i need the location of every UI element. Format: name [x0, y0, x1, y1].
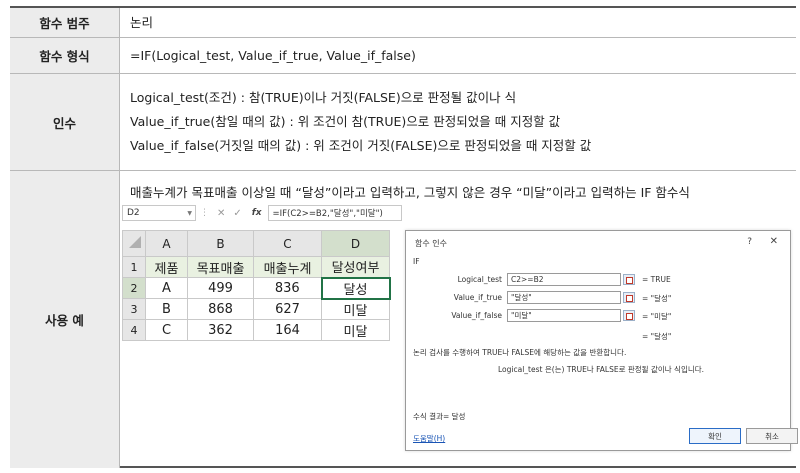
- row-args: 인수 Logical_test(조건) : 참(TRUE)이나 거짓(FALSE…: [10, 74, 796, 171]
- args-value: Logical_test(조건) : 참(TRUE)이나 거짓(FALSE)으로…: [120, 74, 796, 170]
- chevron-down-icon[interactable]: ▼: [187, 210, 192, 217]
- cell-a3[interactable]: B: [145, 298, 188, 320]
- arg-result-logical-test: = TRUE: [642, 275, 671, 284]
- arg-row-logical-test: Logical_test C2>=B2 = TRUE: [406, 273, 792, 287]
- excel-screenshot: D2 ▼ ⋮ ✕ ✓ fx =IF(C2>=B2,"달성","미달") A B …: [122, 204, 402, 341]
- corner-triangle-icon: [129, 236, 141, 248]
- formula-input[interactable]: =IF(C2>=B2,"달성","미달"): [267, 205, 402, 221]
- range-select-icon[interactable]: [623, 292, 635, 303]
- cell-d2-selected[interactable]: 달성: [320, 276, 391, 300]
- cancel-icon[interactable]: ✕: [217, 208, 225, 219]
- divider-dots-icon: ⋮: [200, 208, 209, 218]
- example-label: 사용 예: [10, 171, 120, 468]
- name-box[interactable]: D2 ▼: [122, 205, 196, 221]
- row-header-2[interactable]: 2: [122, 277, 146, 299]
- column-header-c[interactable]: C: [253, 230, 322, 257]
- arg-label-value-if-false: Value_if_false: [451, 311, 502, 320]
- function-name: IF: [413, 257, 420, 266]
- row-category: 함수 범주 논리: [10, 8, 796, 38]
- value-if-true-input[interactable]: "달성": [507, 291, 621, 304]
- cell-c4[interactable]: 164: [253, 319, 322, 341]
- dialog-title: 함수 인수: [415, 239, 447, 248]
- row-header-3[interactable]: 3: [122, 298, 146, 320]
- range-select-icon[interactable]: [623, 310, 635, 321]
- column-header-a[interactable]: A: [145, 230, 188, 257]
- category-label: 함수 범주: [10, 8, 120, 37]
- category-text: 논리: [130, 14, 154, 30]
- range-select-icon[interactable]: [623, 274, 635, 285]
- cell-d1[interactable]: 달성여부: [321, 256, 390, 278]
- cell-d4[interactable]: 미달: [321, 319, 390, 341]
- format-value: =IF(Logical_test, Value_if_true, Value_i…: [120, 38, 796, 73]
- cell-a1[interactable]: 제품: [145, 256, 188, 278]
- formula-bar: D2 ▼ ⋮ ✕ ✓ fx =IF(C2>=B2,"달성","미달"): [122, 204, 402, 222]
- format-label: 함수 형식: [10, 38, 120, 73]
- column-header-b[interactable]: B: [187, 230, 254, 257]
- confirm-icon[interactable]: ✓: [233, 208, 241, 219]
- format-text: =IF(Logical_test, Value_if_true, Value_i…: [130, 47, 416, 63]
- argument-description: Logical_test 은(는) TRUE나 FALSE로 판정될 값이나 식…: [498, 365, 705, 374]
- cell-c1[interactable]: 매출누계: [253, 256, 322, 278]
- function-result-preview: = "달성": [642, 332, 672, 341]
- close-icon[interactable]: ✕: [770, 236, 778, 247]
- cell-b2[interactable]: 499: [187, 277, 254, 299]
- category-value: 논리: [120, 8, 796, 37]
- formula-result: 수식 결과= 달성: [413, 412, 466, 421]
- ok-button[interactable]: 확인: [689, 428, 741, 444]
- worksheet-grid: A B C D 1 제품 목표매출 매출누계 달성여부 2 A 499 836 …: [122, 230, 391, 341]
- cell-c2[interactable]: 836: [253, 277, 322, 299]
- cell-d3[interactable]: 미달: [321, 298, 390, 320]
- arg-label-logical-test: Logical_test: [457, 275, 502, 284]
- arg-label-value-if-true: Value_if_true: [453, 293, 502, 302]
- cancel-button[interactable]: 취소: [746, 428, 798, 444]
- help-link[interactable]: 도움말(H): [413, 433, 445, 444]
- cell-b3[interactable]: 868: [187, 298, 254, 320]
- row-header-1[interactable]: 1: [122, 256, 146, 278]
- function-arguments-dialog: 함수 인수 ? ✕ IF Logical_test C2>=B2 = TRUE …: [405, 230, 798, 451]
- cell-b1[interactable]: 목표매출: [187, 256, 254, 278]
- arg-result-value-if-true: = "달성": [642, 294, 672, 303]
- arg-result-value-if-false: = "미달": [642, 312, 672, 321]
- row-format: 함수 형식 =IF(Logical_test, Value_if_true, V…: [10, 38, 796, 74]
- function-description: 논리 검사를 수행하여 TRUE나 FALSE에 해당하는 값을 반환합니다.: [413, 348, 627, 357]
- cell-b4[interactable]: 362: [187, 319, 254, 341]
- arg-line-logical-test: Logical_test(조건) : 참(TRUE)이나 거짓(FALSE)으로…: [130, 90, 517, 105]
- arg-row-value-if-false: Value_if_false "미달" = "미달": [406, 309, 792, 323]
- arg-line-value-if-false: Value_if_false(거짓일 때의 값) : 위 조건이 거짓(FALS…: [130, 138, 592, 153]
- arg-line-value-if-true: Value_if_true(참일 때의 값) : 위 조건이 참(TRUE)으로…: [130, 114, 561, 129]
- insert-function-icon[interactable]: fx: [252, 208, 262, 218]
- select-all-corner[interactable]: [122, 230, 146, 257]
- args-label: 인수: [10, 74, 120, 170]
- row-header-4[interactable]: 4: [122, 319, 146, 341]
- cell-a2[interactable]: A: [145, 277, 188, 299]
- example-description: 매출누계가 목표매출 이상일 때 “달성”이라고 입력하고, 그렇지 않은 경우…: [130, 185, 690, 200]
- cell-c3[interactable]: 627: [253, 298, 322, 320]
- arg-row-value-if-true: Value_if_true "달성" = "달성": [406, 291, 792, 305]
- logical-test-input[interactable]: C2>=B2: [507, 273, 621, 286]
- value-if-false-input[interactable]: "미달": [507, 309, 621, 322]
- name-box-value: D2: [127, 208, 140, 218]
- column-header-d[interactable]: D: [321, 230, 390, 257]
- cell-a4[interactable]: C: [145, 319, 188, 341]
- help-icon[interactable]: ?: [747, 237, 752, 247]
